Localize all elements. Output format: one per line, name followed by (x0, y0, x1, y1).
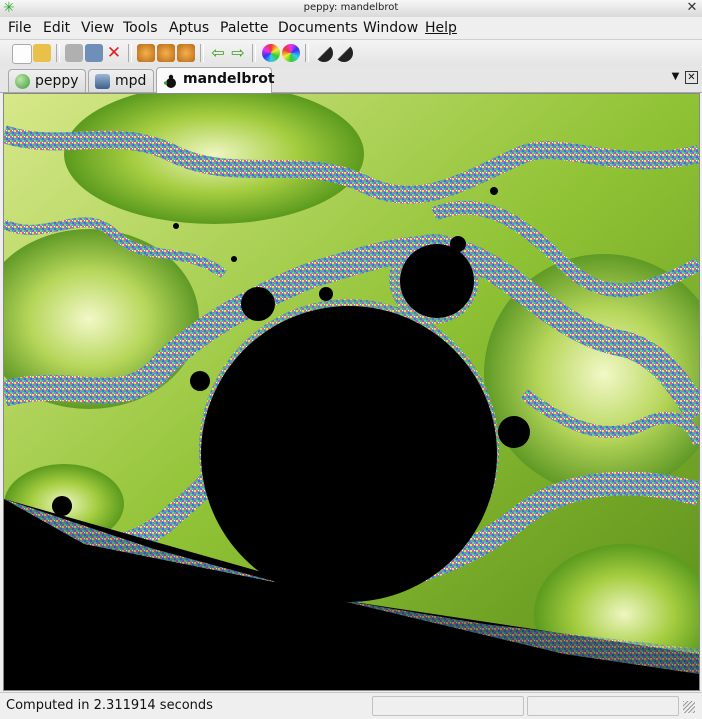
toolbar-separator (56, 44, 60, 62)
menu-window[interactable]: Window (363, 20, 418, 36)
menu-edit[interactable]: Edit (43, 20, 70, 36)
mandelbrot-image (4, 94, 699, 690)
forward-arrow-icon[interactable]: ⇨ (229, 44, 247, 62)
fractal-icon (163, 74, 178, 89)
tab-peppy[interactable]: peppy (8, 69, 86, 92)
status-text: Computed in 2.311914 seconds (6, 698, 213, 713)
save-icon[interactable] (65, 44, 83, 62)
back-arrow-icon[interactable]: ⇦ (209, 44, 227, 62)
close-document-icon[interactable]: ✕ (105, 44, 123, 62)
menu-documents[interactable]: Documents (278, 20, 358, 36)
palette-next-icon[interactable] (282, 44, 300, 62)
window-title: peppy: mandelbrot (303, 2, 399, 13)
close-window-icon[interactable]: ✕ (685, 1, 699, 15)
status-bar: Computed in 2.311914 seconds (0, 692, 702, 719)
menu-file[interactable]: File (8, 20, 31, 36)
menu-palette[interactable]: Palette (220, 20, 269, 36)
menu-view[interactable]: View (81, 20, 114, 36)
menu-aptus[interactable]: Aptus (169, 20, 209, 36)
fractal-canvas[interactable] (3, 93, 700, 691)
save-as-icon[interactable] (85, 44, 103, 62)
tab-mpd[interactable]: mpd (88, 69, 154, 92)
toolbar-separator (252, 44, 256, 62)
tab-label: mpd (115, 73, 147, 89)
toolbar: ✕ ⇦ ⇨ (0, 39, 702, 67)
toolbar-separator (305, 44, 309, 62)
zoom-in-icon[interactable] (137, 44, 155, 62)
toolbar-separator (200, 44, 204, 62)
resize-grip-icon[interactable] (683, 701, 695, 713)
menu-help[interactable]: Help (425, 20, 457, 36)
menu-bar: File Edit View Tools Aptus Palette Docum… (0, 17, 702, 39)
status-panel (372, 696, 524, 716)
mandelbrot-info-icon[interactable] (335, 44, 353, 62)
globe-icon (15, 74, 30, 89)
close-tab-icon[interactable]: ✕ (685, 71, 698, 84)
new-document-icon[interactable] (12, 44, 32, 64)
tab-label: peppy (35, 73, 79, 89)
menu-tools[interactable]: Tools (123, 20, 158, 36)
zoom-out-icon[interactable] (157, 44, 175, 62)
tab-list-icon[interactable]: ▼ (670, 71, 681, 82)
tab-bar: peppy mpd mandelbrot ▼ ✕ (0, 66, 702, 93)
recompute-icon[interactable] (177, 44, 195, 62)
open-folder-icon[interactable] (33, 44, 51, 62)
toolbar-separator (128, 44, 132, 62)
tab-mandelbrot[interactable]: mandelbrot (156, 67, 275, 93)
tab-label: mandelbrot (183, 71, 275, 87)
julia-set-icon[interactable] (315, 44, 333, 62)
palette-prev-icon[interactable] (262, 44, 280, 62)
title-bar: ✳ peppy: mandelbrot ✕ (0, 0, 702, 18)
status-panel (527, 696, 679, 716)
media-player-icon (95, 74, 110, 89)
